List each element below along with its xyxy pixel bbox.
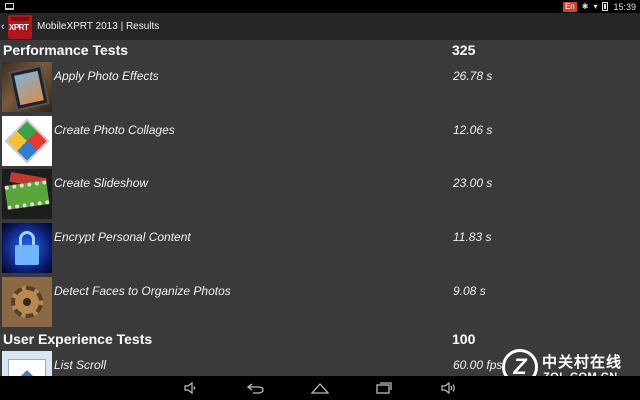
app-logo[interactable]: XPRT [8,14,32,39]
result-label: Encrypt Personal Content [54,230,191,244]
list-scroll-thumbnail [2,351,52,376]
status-bar: En ✱ ▾ 15:39 [0,0,640,13]
result-label: Create Slideshow [54,176,149,190]
detect-faces-thumbnail [2,277,52,327]
volume-down-icon[interactable] [180,380,200,396]
home-icon[interactable] [310,380,330,396]
back-icon[interactable] [246,380,266,396]
section-score-user-experience: 100 [452,331,476,347]
section-score-performance: 325 [452,42,476,58]
status-icons: En ✱ ▾ 15:39 [562,0,636,13]
section-title-performance: Performance Tests [3,42,129,58]
result-value: 26.78 s [453,69,493,83]
result-value: 11.83 s [453,230,492,244]
result-value: 60.00 fps [453,358,503,372]
navigation-bar [0,376,640,400]
wifi-icon: ▾ [593,1,598,11]
bluetooth-icon: ✱ [581,1,589,11]
result-row[interactable]: Apply Photo Effects 26.78 s [0,62,640,115]
result-label: Detect Faces to Organize Photos [54,284,231,298]
result-value: 12.06 s [453,123,493,137]
encrypt-thumbnail [2,223,52,273]
clock: 15:39 [613,1,636,12]
slideshow-thumbnail [2,169,52,219]
result-row[interactable]: Create Slideshow 23.00 s [0,169,640,222]
page-title: MobileXPRT 2013 | Results [37,21,160,32]
result-label: Create Photo Collages [54,123,175,137]
battery-icon [602,2,609,11]
up-navigation-icon[interactable]: ‹ [1,21,7,33]
language-indicator: En [562,1,577,12]
result-row[interactable]: Detect Faces to Organize Photos 9.08 s [0,277,640,330]
watermark-cn-text: 中关村在线 [542,354,623,371]
result-row[interactable]: Encrypt Personal Content 11.83 s [0,223,640,276]
result-row[interactable]: Create Photo Collages 12.06 s [0,116,640,169]
result-label: Apply Photo Effects [54,69,159,83]
photo-collage-thumbnail [2,116,52,166]
result-value: 9.08 s [453,284,486,298]
app-logo-text: XPRT [9,22,29,32]
volume-up-icon[interactable] [438,380,458,396]
result-label: List Scroll [54,358,107,372]
results-list[interactable]: Performance Tests 325 Apply Photo Effect… [0,40,640,376]
recents-icon[interactable] [374,380,394,396]
action-bar: ‹ XPRT MobileXPRT 2013 | Results [0,13,640,40]
section-title-user-experience: User Experience Tests [3,331,153,347]
notification-icon [5,3,14,10]
result-value: 23.00 s [453,176,493,190]
photo-effects-thumbnail [2,62,52,112]
